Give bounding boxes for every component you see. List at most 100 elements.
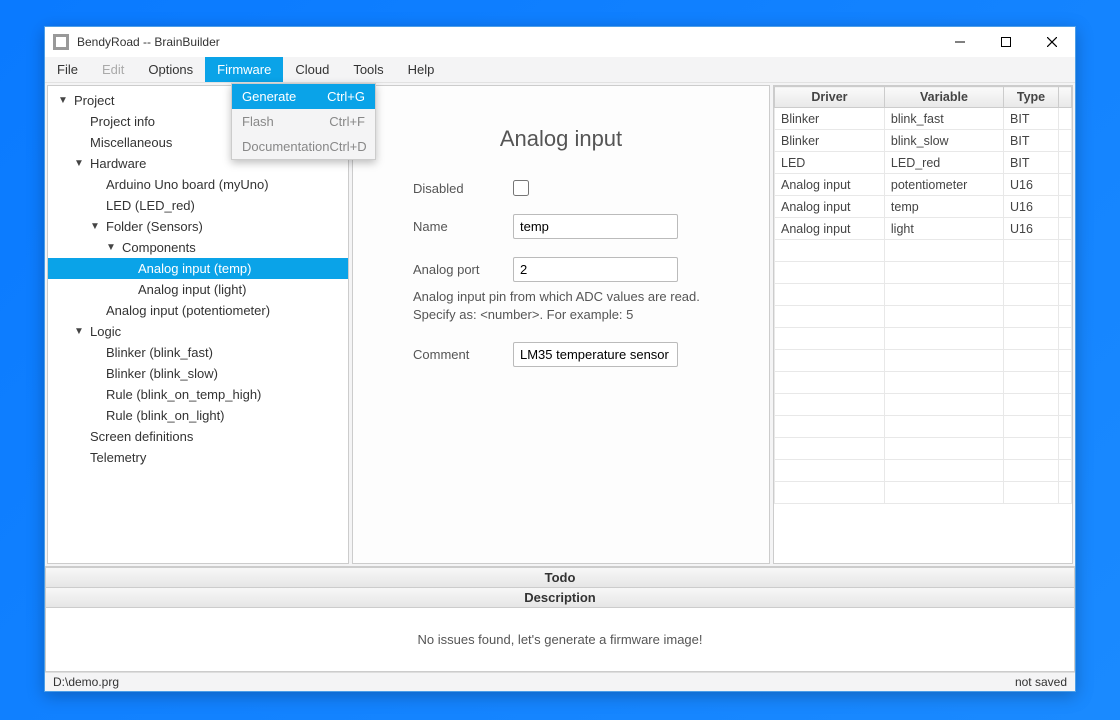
tree-item[interactable]: ▼ Components [48,237,348,258]
tree-item-label: Analog input (potentiometer) [106,303,270,318]
minimize-icon [955,37,965,47]
tree-item-label: Screen definitions [90,429,193,444]
todo-header: Todo [45,567,1075,588]
app-icon [53,34,69,50]
tree-item-label: Telemetry [90,450,146,465]
name-field[interactable] [513,214,678,239]
var-col-type[interactable]: Type [1004,87,1059,108]
menu-help[interactable]: Help [396,57,447,82]
tree-item-label: Arduino Uno board (myUno) [106,177,269,192]
firmware-menu-documentation[interactable]: DocumentationCtrl+D [232,134,375,159]
description-header: Description [45,588,1075,608]
comment-field[interactable] [513,342,678,367]
tree-item[interactable]: ▼Blinker (blink_slow) [48,363,348,384]
variables-table: DriverVariableTypeBlinkerblink_fastBITBl… [774,86,1072,504]
window-title: BendyRoad -- BrainBuilder [77,35,220,49]
tree-item[interactable]: ▼Rule (blink_on_temp_high) [48,384,348,405]
menu-file[interactable]: File [45,57,90,82]
tree-item-label: Folder (Sensors) [106,219,203,234]
bottom-panel: Todo Description No issues found, let's … [45,566,1075,672]
editor-pane: Analog input Disabled Name Analog port A… [352,85,770,564]
table-row-empty [775,394,1072,416]
table-row[interactable]: Analog inputtempU16 [775,196,1072,218]
tree-item-label: Blinker (blink_slow) [106,366,218,381]
table-row-empty [775,328,1072,350]
statusbar: D:\demo.prg not saved [45,672,1075,691]
statusbar-path: D:\demo.prg [53,675,119,689]
table-row-empty [775,240,1072,262]
table-row-empty [775,262,1072,284]
table-row[interactable]: LEDLED_redBIT [775,152,1072,174]
firmware-menu-flash[interactable]: FlashCtrl+F [232,109,375,134]
table-row[interactable]: Analog inputpotentiometerU16 [775,174,1072,196]
disabled-checkbox[interactable] [513,180,529,196]
tree-item[interactable]: ▼Arduino Uno board (myUno) [48,174,348,195]
tree-item[interactable]: ▼LED (LED_red) [48,195,348,216]
menubar: FileEditOptionsFirmwareCloudToolsHelpGen… [45,57,1075,83]
table-row[interactable]: Blinkerblink_fastBIT [775,108,1072,130]
tree-item[interactable]: ▼Telemetry [48,447,348,468]
table-row-empty [775,372,1072,394]
app-window: BendyRoad -- BrainBuilder FileEditOption… [44,26,1076,692]
maximize-icon [1001,37,1011,47]
var-col-variable[interactable]: Variable [884,87,1003,108]
maximize-button[interactable] [983,27,1029,57]
menu-cloud[interactable]: Cloud [283,57,341,82]
menu-firmware[interactable]: Firmware [205,57,283,82]
tree-item-label: Rule (blink_on_light) [106,408,225,423]
var-col-driver[interactable]: Driver [775,87,885,108]
table-row-empty [775,306,1072,328]
table-row-empty [775,482,1072,504]
main-area: ▼Project▼Project info▼Miscellaneous▼Hard… [45,83,1075,672]
tree-item-label: Analog input (light) [138,282,246,297]
table-row[interactable]: Analog inputlightU16 [775,218,1072,240]
tree-item[interactable]: ▼ Folder (Sensors) [48,216,348,237]
tree-item[interactable]: ▼Analog input (light) [48,279,348,300]
tree-toggle-icon[interactable]: ▼ [104,242,118,253]
tree-item-label: Rule (blink_on_temp_high) [106,387,261,402]
tree-item-label: Project [74,93,114,108]
menu-tools[interactable]: Tools [341,57,395,82]
firmware-menu-generate[interactable]: GenerateCtrl+G [232,84,375,109]
tree-item[interactable]: ▼ Logic [48,321,348,342]
statusbar-state: not saved [1015,675,1067,689]
titlebar: BendyRoad -- BrainBuilder [45,27,1075,57]
tree-item[interactable]: ▼Analog input (temp) [48,258,348,279]
issues-message: No issues found, let's generate a firmwa… [45,608,1075,672]
close-icon [1047,37,1057,47]
menu-edit: Edit [90,57,136,82]
tree-item-label: LED (LED_red) [106,198,195,213]
minimize-button[interactable] [937,27,983,57]
close-button[interactable] [1029,27,1075,57]
menu-options[interactable]: Options [136,57,205,82]
tree-item-label: Components [122,240,196,255]
tree-item-label: Logic [90,324,121,339]
tree-toggle-icon[interactable]: ▼ [72,158,86,169]
port-help-text: Analog input pin from which ADC values a… [413,288,709,324]
disabled-label: Disabled [413,181,513,196]
tree-item[interactable]: ▼Blinker (blink_fast) [48,342,348,363]
comment-label: Comment [413,347,513,362]
name-label: Name [413,219,513,234]
tree-item[interactable]: ▼Rule (blink_on_light) [48,405,348,426]
tree-toggle-icon[interactable]: ▼ [88,221,102,232]
tree-item-label: Blinker (blink_fast) [106,345,213,360]
table-row[interactable]: Blinkerblink_slowBIT [775,130,1072,152]
table-row-empty [775,438,1072,460]
tree-item-label: Hardware [90,156,146,171]
tree-toggle-icon[interactable]: ▼ [72,326,86,337]
firmware-dropdown: GenerateCtrl+GFlashCtrl+FDocumentationCt… [231,83,376,160]
tree-toggle-icon[interactable]: ▼ [56,95,70,106]
var-col-spacer [1059,87,1072,108]
tree-item[interactable]: ▼Screen definitions [48,426,348,447]
variables-pane: DriverVariableTypeBlinkerblink_fastBITBl… [773,85,1073,564]
tree-item[interactable]: ▼Analog input (potentiometer) [48,300,348,321]
table-row-empty [775,416,1072,438]
tree-item-label: Analog input (temp) [138,261,251,276]
port-label: Analog port [413,262,513,277]
table-row-empty [775,284,1072,306]
editor-heading: Analog input [413,126,709,152]
table-row-empty [775,460,1072,482]
tree-item-label: Miscellaneous [90,135,172,150]
port-field[interactable] [513,257,678,282]
